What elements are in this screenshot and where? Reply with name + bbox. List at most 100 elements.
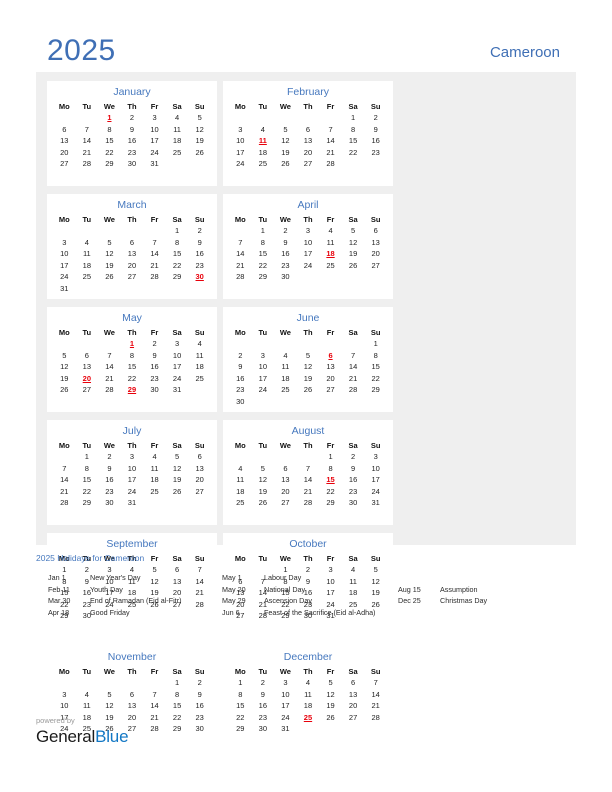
day-cell: 14 <box>236 249 245 258</box>
day-cell: 31 <box>371 498 380 507</box>
day-cell: 30 <box>105 498 114 507</box>
day-cell: 16 <box>371 136 380 145</box>
day-cell: 12 <box>258 475 268 484</box>
day-cell: 1 <box>351 113 356 122</box>
day-cell: 23 <box>195 260 204 270</box>
weekday-header-su: Su <box>194 328 205 337</box>
day-cell: 8 <box>351 124 356 134</box>
month-table: Mo Tu We Th Fr Sa Su 1 2 3 4 5 6 7 8 9 10 11 12 13 14 15 16 17… <box>53 101 211 170</box>
day-cell-empty <box>53 677 76 689</box>
day-cell-holiday: 18 <box>326 249 335 258</box>
weekday-header-mo: Mo <box>234 667 246 676</box>
day-cell-holiday: 30 <box>195 272 204 281</box>
day-cell-empty <box>143 497 166 509</box>
month-card-february: February Mo Tu We Th Fr Sa Su 1 2 3 4 5 6 7 8 9 10 11 12 13… <box>223 81 393 186</box>
day-cell: 1 <box>328 452 333 461</box>
weekday-header-th: Th <box>303 441 313 450</box>
day-cell: 9 <box>197 689 202 699</box>
week-row: 24 25 26 27 28 <box>229 158 387 170</box>
weekday-header-th: Th <box>127 441 137 450</box>
day-cell: 22 <box>105 147 114 157</box>
month-table: Mo Tu We Th Fr Sa Su 1 2 3 4 5 6 7 8 9 10 11 12 13 14 15 16 17… <box>229 101 387 170</box>
day-cell: 15 <box>348 136 358 145</box>
day-cell: 10 <box>281 689 290 699</box>
day-cell: 27 <box>195 486 204 496</box>
day-cell: 6 <box>129 237 135 247</box>
weekday-header-row: Mo Tu We Th Fr Sa Su <box>229 101 387 112</box>
day-cell: 16 <box>127 136 137 145</box>
day-cell: 4 <box>283 350 288 360</box>
day-cell: 4 <box>238 463 243 473</box>
holiday-legend-row: Jun 6 Feast of the Sacrifice (Eid al-Adha… <box>222 607 375 619</box>
day-cell: 26 <box>60 385 69 394</box>
day-cell: 1 <box>175 678 180 687</box>
day-cell: 1 <box>373 339 378 348</box>
day-cell: 13 <box>326 362 335 371</box>
day-cell: 27 <box>371 260 380 270</box>
day-cell-holiday: 20 <box>82 373 92 383</box>
day-cell: 5 <box>62 350 67 360</box>
day-cell: 11 <box>150 463 159 473</box>
month-name: September <box>106 538 158 550</box>
day-cell: 17 <box>236 147 245 157</box>
day-cell: 25 <box>258 159 268 168</box>
month-card-july: July Mo Tu We Th Fr Sa Su 1 2 3 4 5 6 7 8 9 10 11 12 13 14 15… <box>47 420 217 525</box>
weekday-header-th: Th <box>303 328 313 337</box>
weekday-header-su: Su <box>370 441 381 450</box>
weekday-header-mo: Mo <box>58 441 70 450</box>
day-cell: 20 <box>195 475 204 484</box>
day-cell: 23 <box>371 147 380 157</box>
day-cell-empty <box>98 225 121 237</box>
weekday-header-tu: Tu <box>82 667 92 676</box>
day-cell: 2 <box>238 350 243 360</box>
day-cell-empty <box>274 396 297 408</box>
month-name: October <box>289 538 327 550</box>
day-cell: 5 <box>328 678 333 687</box>
weekday-header-we: We <box>279 215 291 224</box>
day-cell: 30 <box>348 498 358 507</box>
holiday-legend-row: May 20 National Day <box>222 584 375 596</box>
day-cell-empty <box>297 723 320 735</box>
day-cell: 26 <box>303 385 313 394</box>
day-cell-empty <box>342 396 365 408</box>
day-cell: 25 <box>236 498 245 507</box>
day-cell: 12 <box>60 362 69 371</box>
day-cell-empty <box>252 338 275 350</box>
weekday-header-th: Th <box>127 667 137 676</box>
day-cell: 26 <box>348 260 358 270</box>
day-cell: 22 <box>236 712 245 722</box>
day-cell-empty <box>319 723 342 735</box>
day-cell: 22 <box>172 260 182 270</box>
calendar-panel: January Mo Tu We Th Fr Sa Su 1 2 3 4 5 6 7 8 9 10 11 12 13 1… <box>36 72 576 751</box>
holiday-legend-row: Apr 18 Good Friday <box>48 607 181 619</box>
day-cell-empty <box>297 112 320 124</box>
day-cell: 22 <box>172 712 182 722</box>
weekday-header-th: Th <box>303 215 313 224</box>
day-cell: 12 <box>172 463 182 473</box>
page-header: 2025 Cameroon <box>0 0 612 72</box>
day-cell: 7 <box>305 463 311 473</box>
day-cell: 27 <box>127 272 137 281</box>
day-cell: 23 <box>105 486 114 496</box>
holidays-column-3: Aug 15 Assumption Dec 25 Christmas Day <box>398 572 487 607</box>
day-cell: 16 <box>348 475 358 484</box>
day-cell: 30 <box>236 396 245 406</box>
weekday-header-tu: Tu <box>82 441 92 450</box>
week-row: 15 16 17 18 19 20 21 <box>229 700 387 712</box>
day-cell: 3 <box>238 124 243 134</box>
week-row: 3 4 5 6 7 8 9 <box>229 124 387 136</box>
day-cell: 23 <box>258 712 268 722</box>
weekday-header-sa: Sa <box>172 441 182 450</box>
day-cell: 7 <box>328 124 333 134</box>
day-cell: 3 <box>305 226 311 235</box>
day-cell: 9 <box>351 463 356 473</box>
day-cell: 16 <box>105 475 114 484</box>
week-row: 1 2 3 4 5 <box>53 112 211 124</box>
weekday-header-tu: Tu <box>258 667 268 676</box>
day-cell-empty <box>98 338 121 350</box>
day-cell: 7 <box>107 350 112 360</box>
weekday-header-th: Th <box>303 667 313 676</box>
day-cell-empty <box>143 283 166 295</box>
day-cell: 2 <box>260 678 265 687</box>
day-cell-empty <box>319 338 342 350</box>
